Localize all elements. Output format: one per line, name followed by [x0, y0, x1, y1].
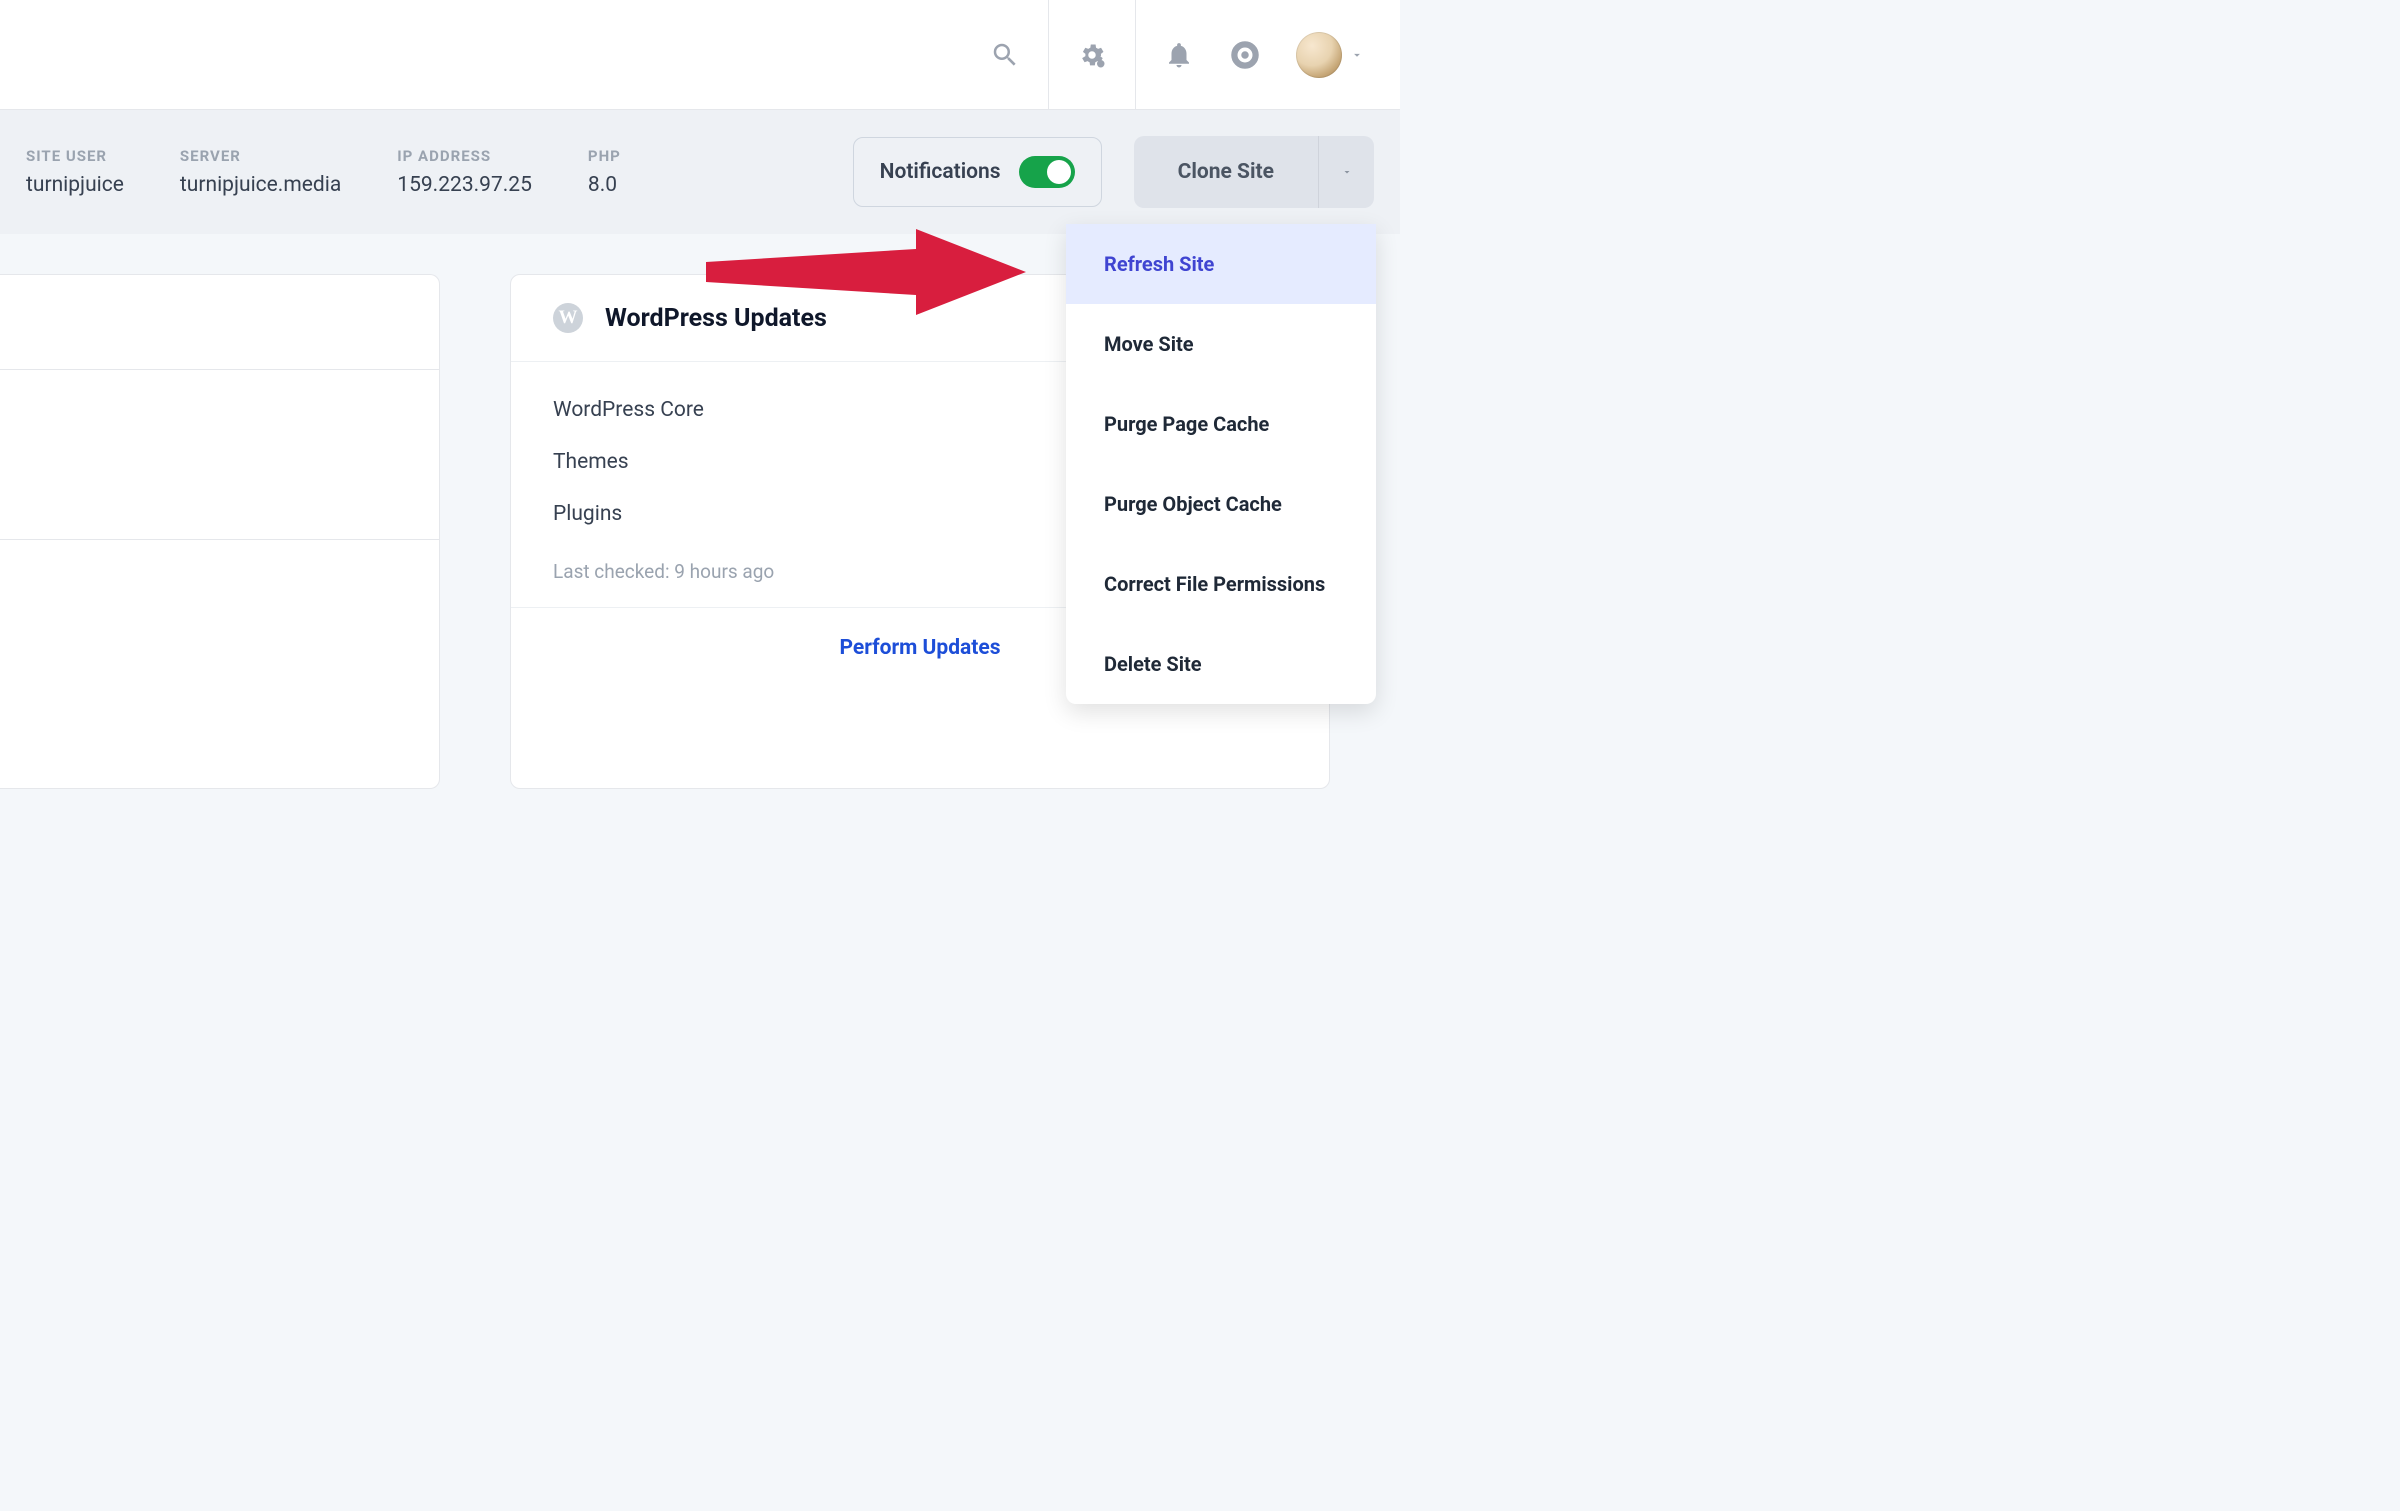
php-col: PHP 8.0	[588, 147, 621, 197]
site-user-value: turnipjuice	[26, 173, 124, 197]
search-region	[962, 0, 1048, 109]
avatar	[1296, 32, 1342, 78]
left-card-3	[0, 539, 440, 789]
php-label: PHP	[588, 147, 621, 165]
lifebuoy-icon[interactable]	[1230, 40, 1260, 70]
clone-site-button[interactable]: Clone Site	[1134, 136, 1374, 208]
clone-site-dropdown: Refresh Site Move Site Purge Page Cache …	[1066, 224, 1376, 704]
topbar	[0, 0, 1400, 110]
site-user-col: SITE USER turnipjuice	[26, 147, 124, 197]
dropdown-item-refresh-site[interactable]: Refresh Site	[1066, 224, 1376, 304]
caret-down-icon	[1341, 166, 1353, 178]
dropdown-item-correct-file-permissions[interactable]: Correct File Permissions	[1066, 544, 1376, 624]
perform-updates-link[interactable]: Perform Updates	[839, 636, 1000, 660]
notifications-label: Notifications	[880, 160, 1001, 184]
left-card-1	[0, 274, 440, 369]
notifications-toggle[interactable]: Notifications	[853, 137, 1102, 207]
chevron-down-icon	[1350, 48, 1364, 62]
wp-card-title: WordPress Updates	[605, 304, 827, 333]
settings-region	[1048, 0, 1136, 109]
ip-col: IP ADDRESS 159.223.97.25	[397, 147, 532, 197]
dropdown-item-move-site[interactable]: Move Site	[1066, 304, 1376, 384]
clone-site-label: Clone Site	[1134, 136, 1318, 208]
user-menu[interactable]	[1296, 32, 1364, 78]
left-column	[0, 274, 440, 789]
bell-icon[interactable]	[1164, 40, 1194, 70]
dropdown-item-delete-site[interactable]: Delete Site	[1066, 624, 1376, 704]
gear-icon[interactable]	[1077, 40, 1107, 70]
ip-label: IP ADDRESS	[397, 147, 532, 165]
search-icon[interactable]	[990, 40, 1020, 70]
left-card-2	[0, 369, 440, 539]
server-col: SERVER turnipjuice.media	[180, 147, 341, 197]
right-cluster	[1136, 32, 1364, 78]
toggle-on-icon	[1019, 156, 1075, 188]
wordpress-icon: W	[553, 303, 583, 333]
dropdown-item-purge-object-cache[interactable]: Purge Object Cache	[1066, 464, 1376, 544]
clone-site-dropdown-toggle[interactable]	[1318, 136, 1374, 208]
info-strip: SITE USER turnipjuice SERVER turnipjuice…	[0, 110, 1400, 234]
site-user-label: SITE USER	[26, 147, 124, 165]
ip-value: 159.223.97.25	[397, 173, 532, 197]
server-label: SERVER	[180, 147, 341, 165]
php-value: 8.0	[588, 173, 621, 197]
dropdown-item-purge-page-cache[interactable]: Purge Page Cache	[1066, 384, 1376, 464]
server-value: turnipjuice.media	[180, 173, 341, 197]
